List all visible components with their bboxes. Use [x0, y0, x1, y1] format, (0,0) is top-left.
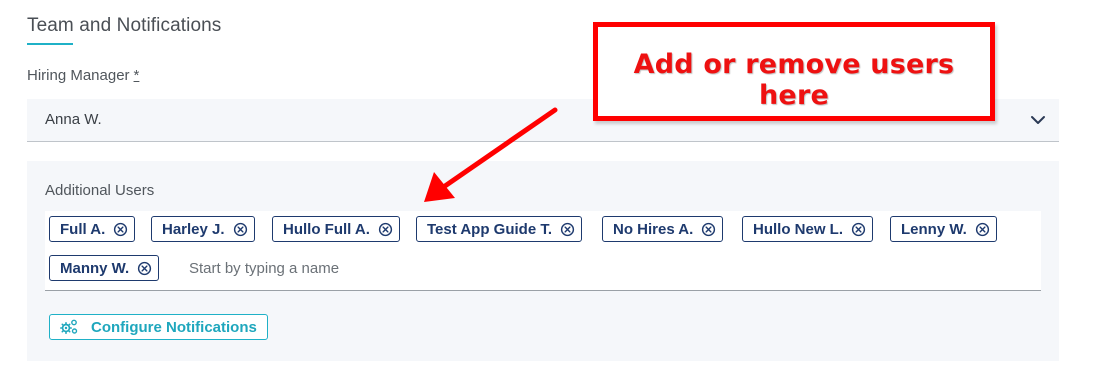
user-chip-label: Test App Guide T.	[427, 220, 553, 238]
remove-chip-icon[interactable]	[113, 222, 128, 237]
chevron-down-icon[interactable]	[1029, 111, 1047, 129]
user-chip-label: Lenny W.	[901, 220, 967, 238]
user-chip-label: Manny W.	[60, 259, 130, 277]
hiring-manager-label: Hiring Manager *	[27, 67, 139, 84]
configure-notifications-label: Configure Notifications	[91, 318, 257, 336]
user-chip: Hullo New L.	[742, 216, 873, 242]
remove-chip-icon[interactable]	[137, 261, 152, 276]
remove-chip-icon[interactable]	[851, 222, 866, 237]
user-search-input[interactable]	[189, 257, 489, 279]
remove-chip-icon[interactable]	[975, 222, 990, 237]
remove-chip-icon[interactable]	[701, 222, 716, 237]
user-chip: No Hires A.	[602, 216, 724, 242]
user-chip: Harley J.	[151, 216, 255, 242]
user-chip-label: Hullo New L.	[753, 220, 843, 238]
user-chip-label: Full A.	[60, 220, 106, 238]
user-chip: Lenny W.	[890, 216, 997, 242]
user-chip-label: No Hires A.	[613, 220, 694, 238]
additional-users-label: Additional Users	[45, 182, 155, 199]
user-chip: Manny W.	[49, 255, 160, 281]
configure-notifications-button[interactable]: Configure Notifications	[49, 314, 268, 340]
hiring-manager-value: Anna W.	[45, 111, 102, 128]
user-chip: Hullo Full A.	[272, 216, 400, 242]
annotation-text: Add or remove users here	[633, 49, 955, 111]
required-mark: *	[133, 67, 140, 84]
annotation-callout: Add or remove users here	[593, 22, 995, 121]
user-chip: Full A.	[49, 216, 136, 242]
hiring-manager-label-text: Hiring Manager	[27, 67, 130, 84]
remove-chip-icon[interactable]	[233, 222, 248, 237]
section-title: Team and Notifications	[27, 15, 222, 36]
gears-icon	[60, 319, 78, 334]
user-chip-label: Harley J.	[162, 220, 225, 238]
remove-chip-icon[interactable]	[378, 222, 393, 237]
additional-users-panel: Additional Users Full A. Harley J. Hullo…	[27, 161, 1059, 361]
remove-chip-icon[interactable]	[560, 222, 575, 237]
additional-users-field[interactable]: Full A. Harley J. Hullo Full A. Test App…	[45, 211, 1041, 291]
user-chip-label: Hullo Full A.	[283, 220, 370, 238]
user-chip: Test App Guide T.	[416, 216, 583, 242]
section-title-underline	[27, 43, 73, 45]
